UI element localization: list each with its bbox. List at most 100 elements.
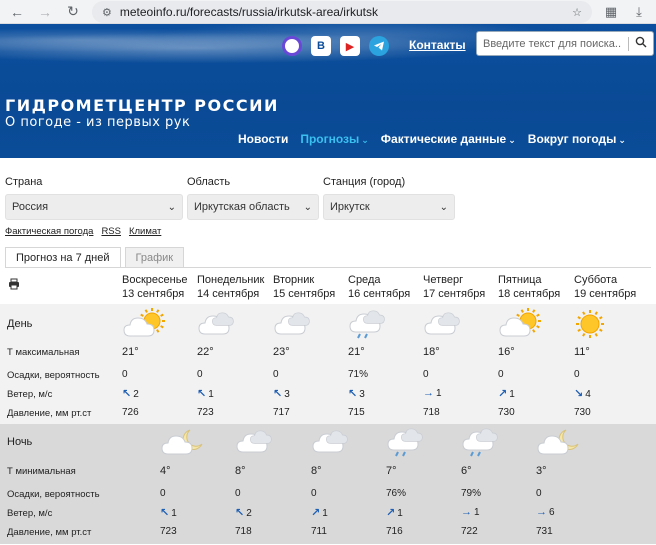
day-header: Понедельник 14 сентября (197, 273, 264, 301)
download-icon[interactable]: ⤓ (630, 3, 648, 21)
chevron-down-icon: ⌄ (439, 201, 448, 213)
day-precip-value: 0 (498, 369, 504, 380)
day-name: Воскресенье (122, 274, 188, 286)
region-value: Иркутская область (194, 201, 290, 213)
night-wind-value: ↖ 2 (235, 506, 252, 519)
cloud-rain-icon (461, 426, 507, 465)
region-select[interactable]: Иркутская область ⌄ (187, 194, 319, 220)
country-label: Страна (5, 176, 43, 188)
day-wind-value: ↘ 4 (574, 387, 591, 400)
search-box[interactable]: Введите текст для поиска... (476, 31, 654, 56)
chevron-down-icon: ⌄ (618, 135, 626, 145)
sun-icon (574, 308, 620, 347)
printer-icon[interactable] (8, 278, 20, 293)
nav-item-3[interactable]: Вокруг погоды ⌄ (528, 132, 626, 146)
day-header: Суббота 19 сентября (574, 273, 636, 301)
star-icon[interactable]: ☆ (572, 6, 582, 19)
day-pressure-value: 717 (273, 407, 290, 418)
cloud-sun-icon (498, 308, 544, 347)
night-pressure-value: 711 (311, 526, 327, 537)
day-wind-value: ↖ 2 (122, 387, 139, 400)
site-title[interactable]: ГИДРОМЕТЦЕНТР РОССИИ (5, 96, 279, 115)
wind-direction-icon: ↗ (311, 507, 321, 519)
browser-toolbar: ← → ↻ ⚙ meteoinfo.ru/forecasts/russia/ir… (0, 0, 656, 24)
night-section-title: Ночь (7, 436, 33, 448)
ok-icon[interactable] (282, 36, 302, 56)
cloud-icon (235, 426, 281, 465)
youtube-icon[interactable]: ▶ (340, 36, 360, 56)
nav-item-label: Вокруг погоды (527, 132, 617, 146)
climate-link[interactable]: Климат (129, 226, 161, 237)
nav-item-label: Новости (238, 132, 289, 146)
day-precip-value: 0 (574, 369, 580, 380)
night-temp-value: 6° (461, 465, 472, 477)
day-pressure-value: 726 (122, 407, 139, 418)
day-name: Пятница (498, 274, 542, 286)
wind-direction-icon: ↖ (348, 388, 358, 400)
night-pressure-value: 731 (536, 526, 553, 537)
day-name: Вторник (273, 274, 315, 286)
nav-item-0[interactable]: Новости (238, 132, 288, 146)
day-date: 14 сентября (197, 288, 260, 300)
day-precip-value: 0 (197, 369, 203, 380)
day-header: Четверг 17 сентября (423, 273, 485, 301)
region-label: Область (187, 176, 231, 188)
tab-7-day-forecast[interactable]: Прогноз на 7 дней (5, 247, 121, 267)
wind-direction-icon: → (461, 506, 472, 518)
rss-link[interactable]: RSS (101, 226, 121, 237)
day-header: Среда 16 сентября (348, 273, 410, 301)
wind-direction-icon: ↖ (122, 388, 132, 400)
vk-icon[interactable]: В (311, 36, 331, 56)
day-section-title: День (7, 318, 33, 330)
night-wind-value: ↖ 1 (160, 506, 177, 519)
back-icon[interactable]: ← (8, 3, 26, 21)
day-name: Четверг (423, 274, 464, 286)
day-precip-value: 0 (273, 369, 279, 380)
wind-speed: 1 (322, 508, 328, 519)
country-filter: Страна Россия ⌄ (5, 176, 183, 220)
day-date: 15 сентября (273, 288, 336, 300)
forecast-content: Страна Россия ⌄ Область Иркутская област… (0, 158, 656, 544)
nav-item-1[interactable]: Прогнозы ⌄ (300, 132, 368, 146)
night-temp-value: 4° (160, 465, 171, 477)
search-icon[interactable] (635, 36, 647, 51)
day-date: 19 сентября (574, 288, 637, 300)
contacts-link[interactable]: Контакты (409, 38, 466, 52)
extensions-icon[interactable]: ▦ (602, 3, 620, 21)
day-name: Понедельник (197, 274, 265, 286)
day-precip-value: 0 (423, 369, 429, 380)
station-select[interactable]: Иркутск ⌄ (323, 194, 455, 220)
day-date: 17 сентября (423, 288, 486, 300)
chevron-down-icon: ⌄ (303, 201, 312, 213)
day-wind-value: ↖ 3 (273, 387, 290, 400)
forward-icon[interactable]: → (36, 3, 54, 21)
day-temp-value: 21° (348, 346, 365, 358)
wind-direction-icon: ↗ (386, 507, 396, 519)
night-temp-label: Т минимальная (7, 466, 76, 477)
day-wind-label: Ветер, м/с (7, 389, 53, 400)
site-info-icon[interactable]: ⚙ (102, 6, 112, 19)
day-wind-value: → 1 (423, 387, 442, 399)
search-input[interactable]: Введите текст для поиска... (483, 38, 622, 50)
actual-weather-link[interactable]: Фактическая погода (5, 226, 93, 237)
wind-direction-icon: → (536, 506, 547, 518)
address-bar[interactable]: ⚙ meteoinfo.ru/forecasts/russia/irkutsk-… (92, 1, 592, 23)
wind-speed: 3 (284, 389, 290, 400)
forecast-tabs: Прогноз на 7 дней График (0, 247, 656, 267)
night-pressure-value: 718 (235, 526, 252, 537)
day-name: Суббота (574, 274, 618, 286)
day-precip-value: 71% (348, 369, 369, 380)
search-separator (628, 36, 629, 51)
tab-chart[interactable]: График (124, 247, 185, 267)
country-select[interactable]: Россия ⌄ (5, 194, 183, 220)
social-links: В ▶ (282, 36, 389, 56)
day-temp-value: 22° (197, 346, 214, 358)
night-temp-value: 8° (311, 465, 322, 477)
telegram-icon[interactable] (369, 36, 389, 56)
reload-icon[interactable]: ↻ (64, 3, 82, 21)
wind-direction-icon: ↘ (574, 388, 584, 400)
day-header: Воскресенье 13 сентября (122, 273, 188, 301)
nav-item-2[interactable]: Фактические данные ⌄ (381, 132, 516, 146)
night-precip-value: 76% (386, 488, 407, 499)
day-wind-value: ↖ 3 (348, 387, 365, 400)
